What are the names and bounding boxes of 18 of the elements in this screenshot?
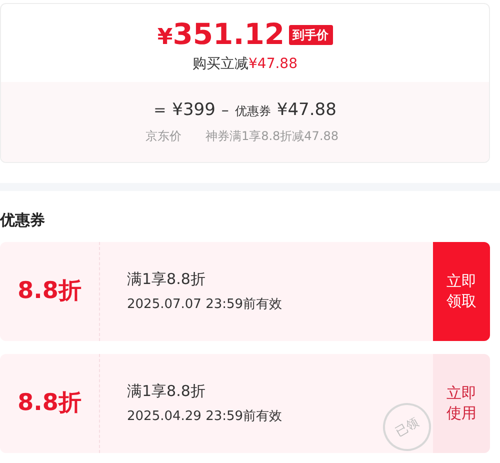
coupon-validity: 2025.07.07 23:59前有效 — [127, 296, 282, 314]
coupon-amount: ¥47.88 — [276, 99, 336, 122]
base-price: ¥399 — [172, 99, 216, 122]
coupon-discount: 8.8折 — [18, 276, 82, 306]
coupon-action-button[interactable]: 立即使用 — [433, 354, 490, 452]
final-price-tag: 到手价 — [288, 25, 333, 45]
coupon-label: 优惠券 — [234, 103, 271, 120]
final-price: ¥351.12 — [157, 16, 285, 53]
coupon-validity: 2025.04.29 23:59前有效 — [127, 408, 282, 426]
coupon-condition: 满1享8.8折 — [127, 380, 206, 402]
minus-sign: – — [221, 100, 229, 121]
base-price-caption: 京东价 — [145, 128, 182, 144]
coupon-action-button[interactable]: 立即领取 — [433, 242, 490, 340]
saving-text: 购买立减¥47.88 — [192, 55, 298, 74]
coupon-condition: 满1享8.8折 — [127, 268, 206, 290]
equals-sign: = — [154, 100, 166, 121]
coupon-caption: 神券满1享8.8折减47.88 — [205, 128, 339, 144]
coupon-discount: 8.8折 — [18, 388, 82, 418]
